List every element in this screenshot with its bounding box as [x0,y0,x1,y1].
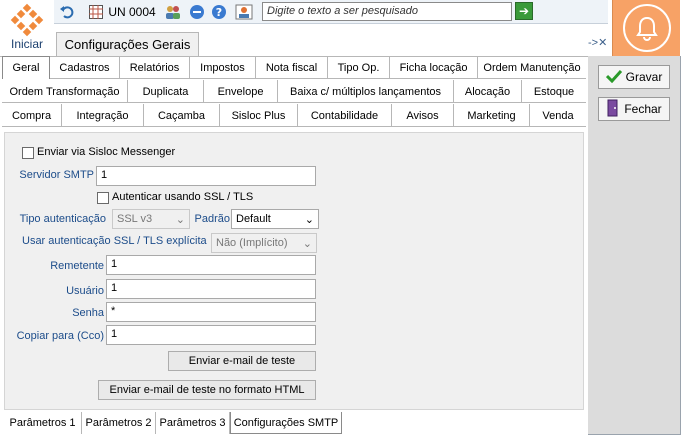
explicit-ssl-label: Usar autenticação SSL / TLS explícita [22,235,207,247]
start-button[interactable]: Iniciar [4,37,50,53]
tab-ficha-locacao[interactable]: Ficha locação [390,56,478,79]
padrao-select[interactable]: Default ⌄ [231,209,319,229]
ssl-auth-checkbox[interactable] [97,192,109,204]
door-exit-icon [606,99,620,120]
tab-avisos[interactable]: Avisos [392,104,454,127]
tab-parametros-2[interactable]: Parâmetros 2 [82,412,156,434]
tab-baixa-multiplos[interactable]: Baixa c/ múltiplos lançamentos [278,80,454,103]
smtp-server-label: Servidor SMTP [19,169,94,181]
sisloc-logo-icon[interactable] [10,3,44,37]
cc-input[interactable]: 1 [106,325,316,345]
tab-ordem-manutencao[interactable]: Ordem Manutenção [478,56,586,79]
tab-impostos[interactable]: Impostos [190,56,256,79]
tab-tipo-op[interactable]: Tipo Op. [328,56,390,79]
tab-relatorios[interactable]: Relatórios [120,56,190,79]
tab-geral[interactable]: Geral [2,56,50,79]
undo-icon[interactable] [58,2,76,22]
auth-type-select[interactable]: SSL v3 ⌄ [112,209,190,229]
tab-cadastros[interactable]: Cadastros [50,56,120,79]
user-settings-icon[interactable] [234,2,254,22]
tab-compra[interactable]: Compra [2,104,62,127]
close-button-label: Fechar [624,102,662,116]
tab-marketing[interactable]: Marketing [454,104,530,127]
tab-envelope[interactable]: Envelope [204,80,278,103]
send-messenger-label: Enviar via Sisloc Messenger [37,146,176,158]
arrow-right-icon: ➔ [518,4,530,18]
users-icon[interactable] [164,2,182,22]
svg-text:?: ? [216,6,222,19]
tab-estoque[interactable]: Estoque [522,80,586,103]
tab-nota-fiscal[interactable]: Nota fiscal [256,56,328,79]
tab-alocacao[interactable]: Alocação [454,80,522,103]
search-input[interactable]: Digite o texto a ser pesquisado [262,2,512,21]
save-button-label: Gravar [625,70,663,84]
user-input[interactable]: 1 [106,279,316,299]
tab-row-2: Ordem Transformação Duplicata Envelope B… [2,80,586,103]
user-label: Usuário [66,285,104,297]
help-icon[interactable]: ? [210,2,228,22]
unit-selector[interactable]: UN 0004 [106,2,158,22]
chevron-down-icon: ⌄ [175,213,185,226]
explicit-ssl-value: Não (Implícito) [216,237,288,249]
minimize-window-icon[interactable] [188,2,206,22]
tab-parametros-3[interactable]: Parâmetros 3 [156,412,230,434]
send-test-html-email-button[interactable]: Enviar e-mail de teste no formato HTML [98,380,316,400]
padrao-value: Default [236,213,271,225]
auth-type-value: SSL v3 [117,213,153,225]
calendar-grid-icon[interactable] [88,2,104,22]
password-label: Senha [72,307,104,319]
sender-input[interactable]: 1 [106,255,316,275]
tab-sisloc-plus[interactable]: Sisloc Plus [220,104,298,127]
cc-label: Copiar para (Cco) [16,330,104,342]
bottom-tab-bar: Parâmetros 1 Parâmetros 2 Parâmetros 3 C… [4,412,584,434]
chevron-down-icon: ⌄ [302,237,312,250]
notifications-button[interactable] [612,0,680,56]
tab-duplicata[interactable]: Duplicata [128,80,204,103]
window-tab-configuracoes-gerais[interactable]: Configurações Gerais [56,32,199,56]
pin-close-icon[interactable]: ->✕ [588,36,610,49]
send-test-email-button[interactable]: Enviar e-mail de teste [168,351,316,371]
save-button[interactable]: Gravar [598,65,670,89]
tab-ordem-transformacao[interactable]: Ordem Transformação [2,80,128,103]
tab-row-1: Geral Cadastros Relatórios Impostos Nota… [2,56,586,79]
tab-contabilidade[interactable]: Contabilidade [298,104,392,127]
explicit-ssl-select[interactable]: Não (Implícito) ⌄ [211,233,317,253]
chevron-down-icon: ⌄ [304,213,314,226]
tab-integracao[interactable]: Integração [62,104,144,127]
smtp-server-input[interactable]: 1 [96,166,316,186]
checkmark-icon [605,69,622,86]
ssl-auth-label: Autenticar usando SSL / TLS [112,191,254,203]
auth-type-label: Tipo autenticação [19,213,106,225]
tab-parametros-1[interactable]: Parâmetros 1 [4,412,82,434]
send-messenger-checkbox[interactable] [22,147,34,159]
close-button[interactable]: Fechar [598,97,670,121]
tab-cacamba[interactable]: Caçamba [144,104,220,127]
tab-row-3: Compra Integração Caçamba Sisloc Plus Co… [2,104,586,127]
sender-label: Remetente [50,260,104,272]
search-go-button[interactable]: ➔ [515,2,533,20]
bell-icon [622,4,671,52]
password-input[interactable]: * [106,302,316,322]
tab-configuracoes-smtp[interactable]: Configurações SMTP [230,412,342,434]
tab-venda[interactable]: Venda [530,104,586,127]
padrao-label: Padrão [194,213,230,225]
